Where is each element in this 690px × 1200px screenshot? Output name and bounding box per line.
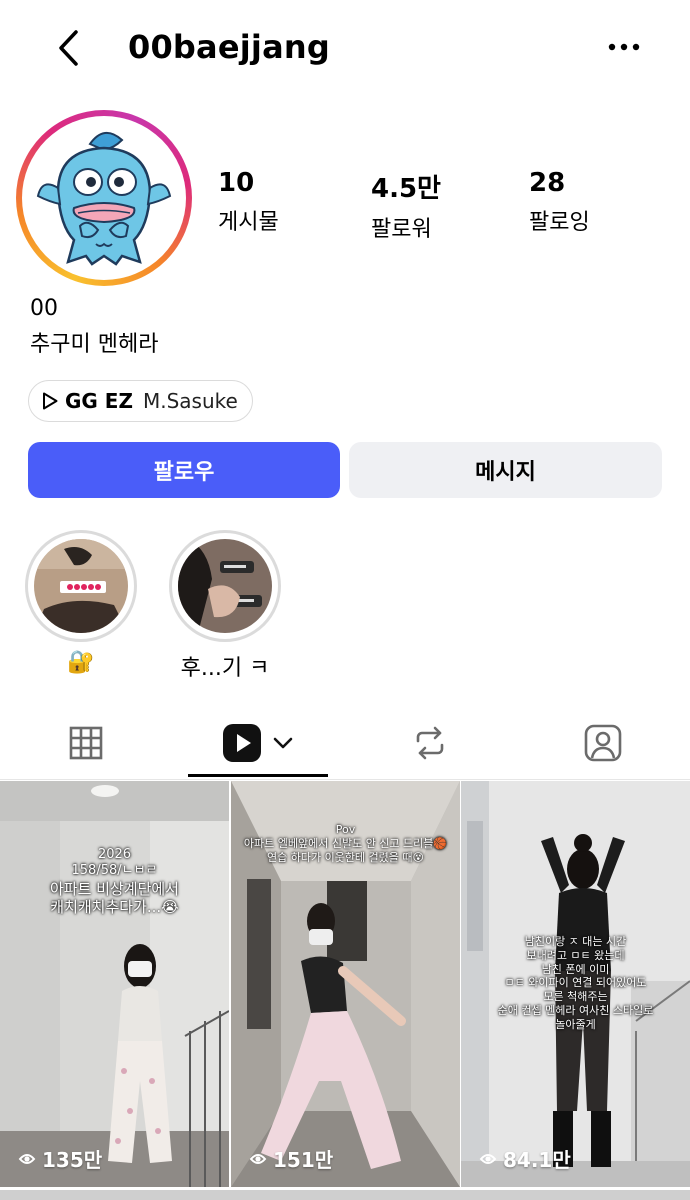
- stat-value: 4.5만: [371, 174, 441, 204]
- chevron-left-icon: [59, 30, 78, 66]
- tab-grid[interactable]: [16, 706, 156, 780]
- view-count-text: 84.1만: [503, 1148, 571, 1172]
- reels-icon: [223, 724, 261, 762]
- view-count-text: 151만: [273, 1148, 334, 1172]
- reel-thumbnail[interactable]: 2026 158/58/ㄴㅂㄹ 아파트 비상계단에서 캐치캐치추다가...😭 1…: [0, 781, 229, 1187]
- message-button[interactable]: 메시지: [349, 442, 662, 498]
- profile-username: 00baejjang: [128, 28, 330, 66]
- view-count: 151만: [249, 1144, 333, 1173]
- repost-icon: [416, 726, 444, 760]
- next-row-thumbnails: [0, 1190, 690, 1200]
- view-count: 84.1만: [479, 1144, 571, 1173]
- chevron-down-icon: [273, 737, 293, 749]
- tab-reposts[interactable]: [360, 706, 500, 780]
- posts-count[interactable]: 10 게시물: [218, 168, 279, 236]
- reel-caption: 2026 158/58/ㄴㅂㄹ 아파트 비상계단에서 캐치캐치추다가...😭: [50, 847, 179, 917]
- highlight-cover-image: [178, 539, 272, 633]
- stat-label: 게시물: [218, 210, 279, 235]
- play-icon: [43, 392, 58, 410]
- following-count[interactable]: 28 팔로잉: [529, 168, 590, 236]
- music-song-title: GG EZ: [65, 389, 133, 413]
- stat-value: 28: [529, 168, 566, 198]
- more-options-button[interactable]: [604, 30, 644, 64]
- active-tab-indicator: [188, 774, 328, 777]
- back-button[interactable]: [48, 26, 88, 70]
- highlight-label: 후...기 ㅋ: [180, 656, 270, 681]
- stat-label: 팔로잉: [529, 210, 590, 235]
- story-highlight[interactable]: 후...기 ㅋ: [169, 530, 281, 682]
- tagged-icon: [584, 724, 622, 762]
- grid-icon: [69, 726, 103, 760]
- story-highlight[interactable]: 🔐: [25, 530, 137, 675]
- profile-tabs: [0, 706, 690, 780]
- follow-button[interactable]: 팔로우: [28, 442, 340, 498]
- reel-thumbnail-image: [0, 781, 229, 1187]
- play-outline-icon: [249, 1153, 267, 1164]
- reel-caption: 남친이랑 ㅈ 대는 시간 보내려고 ㅁㅌ 왔는데 남친 폰에 이미 ㅁㅌ 와이파…: [497, 935, 654, 1031]
- play-outline-icon: [18, 1153, 36, 1164]
- reel-caption: Pov 아파트 엘베앞에서 신발도 안 신고 드리블🏀 연습 하다가 이웃한테 …: [243, 823, 448, 864]
- profile-music-pill[interactable]: GG EZ M.Sasuke: [28, 380, 253, 422]
- tab-tagged[interactable]: [533, 706, 673, 780]
- bio-text: 추구미 멘헤라: [30, 332, 159, 357]
- reel-thumbnail[interactable]: Pov 아파트 엘베앞에서 신발도 안 신고 드리블🏀 연습 하다가 이웃한테 …: [231, 781, 460, 1187]
- divider: [0, 779, 690, 780]
- avatar: [28, 122, 180, 274]
- stat-value: 10: [218, 168, 255, 198]
- view-count-text: 135만: [42, 1148, 103, 1172]
- music-artist: M.Sasuke: [142, 389, 238, 413]
- followers-count[interactable]: 4.5만 팔로워: [371, 168, 441, 243]
- tab-reels[interactable]: [188, 706, 328, 780]
- display-name: 00: [30, 296, 58, 321]
- highlight-cover-image: [34, 539, 128, 633]
- highlight-label: 🔐: [67, 650, 95, 675]
- avatar-fish-character-image: [36, 132, 172, 266]
- reel-thumbnail[interactable]: 남친이랑 ㅈ 대는 시간 보내려고 ㅁㅌ 왔는데 남친 폰에 이미 ㅁㅌ 와이파…: [461, 781, 690, 1187]
- top-bar: 00baejjang: [0, 0, 690, 96]
- avatar-story-ring[interactable]: [16, 110, 192, 286]
- view-count: 135만: [18, 1144, 102, 1173]
- stat-label: 팔로워: [371, 217, 432, 242]
- more-icon: [608, 43, 640, 51]
- play-outline-icon: [479, 1153, 497, 1164]
